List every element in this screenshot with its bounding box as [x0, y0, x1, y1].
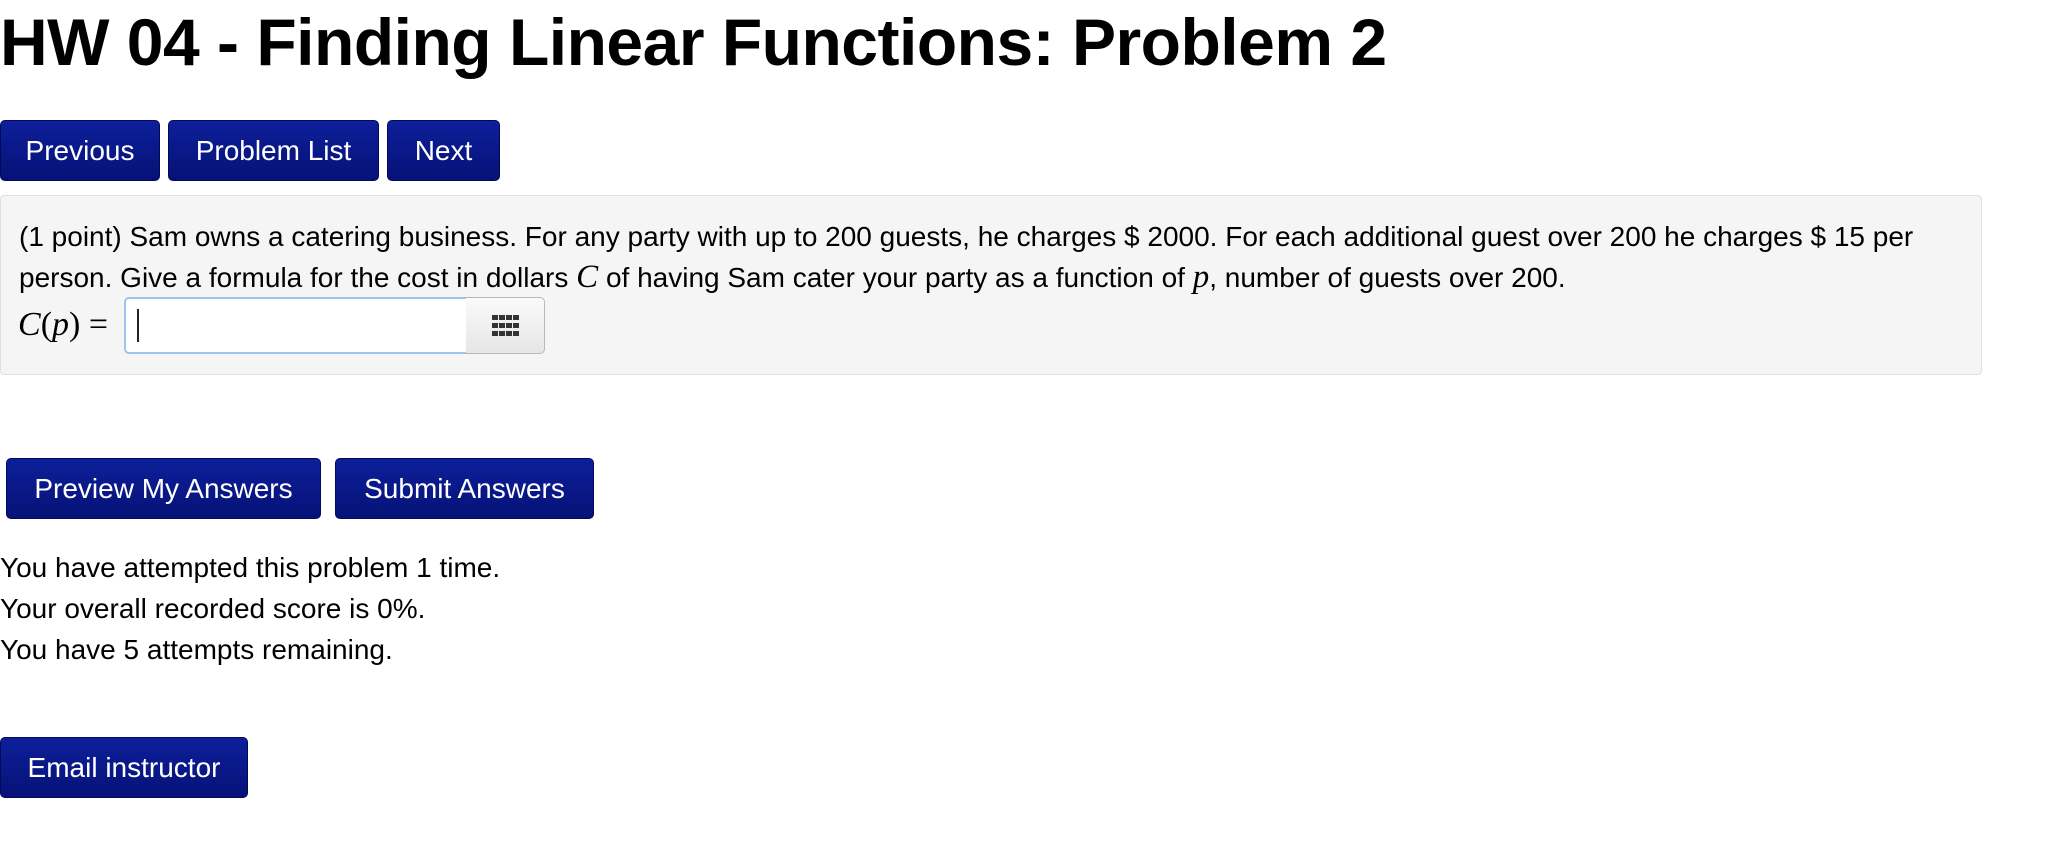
next-button[interactable]: Next — [387, 120, 500, 181]
problem-list-button[interactable]: Problem List — [168, 120, 379, 181]
page-title: HW 04 - Finding Linear Functions: Proble… — [0, 5, 1387, 79]
math-variable-c: C — [576, 259, 599, 295]
math-palette-button[interactable] — [466, 297, 545, 354]
answer-arg: p — [52, 306, 70, 343]
problem-text-part3: , number of guests over 200. — [1209, 262, 1566, 293]
problem-statement: (1 point) Sam owns a catering business. … — [19, 216, 1969, 298]
submit-answers-button[interactable]: Submit Answers — [335, 458, 594, 519]
score-text: Your overall recorded score is 0%. — [0, 593, 426, 624]
problem-text-part2: of having Sam cater your party as a func… — [605, 262, 1185, 293]
previous-button[interactable]: Previous — [0, 120, 160, 181]
math-variable-p: p — [1192, 259, 1210, 295]
page: HW 04 - Finding Linear Functions: Proble… — [0, 0, 2047, 850]
remaining-attempts-text: You have 5 attempts remaining. — [0, 634, 393, 665]
answer-equals: = — [88, 306, 109, 343]
email-instructor-button[interactable]: Email instructor — [0, 737, 248, 798]
problem-points: (1 point) — [19, 221, 122, 252]
answer-func-name: C — [18, 306, 41, 343]
attempts-text: You have attempted this problem 1 time. — [0, 552, 501, 583]
answer-label: C(p) = — [18, 300, 108, 350]
preview-answers-button[interactable]: Preview My Answers — [6, 458, 321, 519]
answer-input[interactable] — [124, 297, 467, 354]
answer-open-paren: ( — [40, 306, 53, 343]
text-caret — [137, 309, 139, 342]
grid-icon — [492, 315, 519, 336]
answer-close-paren: ) — [69, 306, 81, 343]
